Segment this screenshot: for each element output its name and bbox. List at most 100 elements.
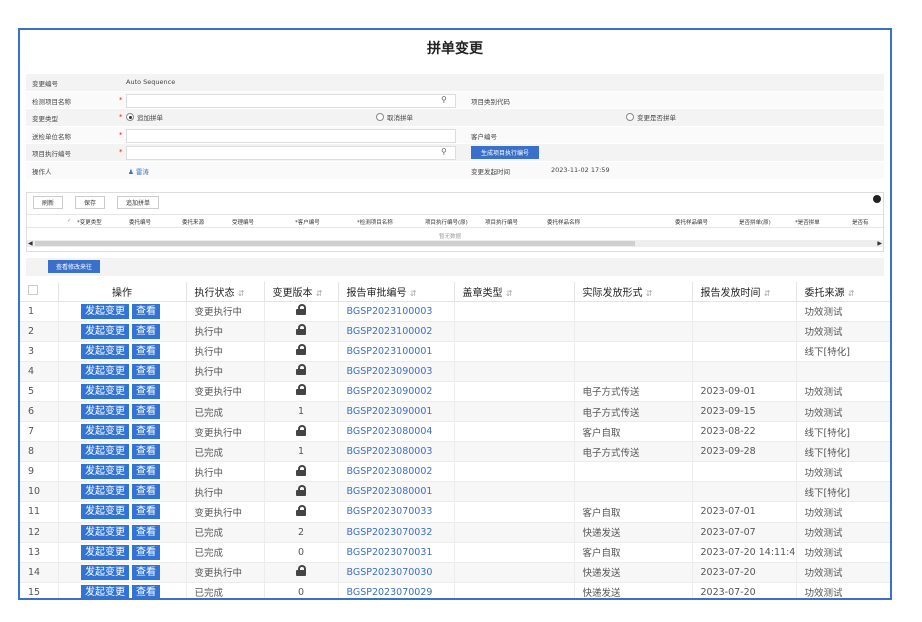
change-version-cell <box>264 501 339 523</box>
radio-cancel[interactable]: 取消拼单 <box>376 112 413 122</box>
col-change-version[interactable]: 变更版本 ⇵ <box>264 282 339 302</box>
table-row[interactable]: 15 发起变更 查看 已完成 0 BGSP2023070029 快递发送 2023-07-20… <box>20 582 890 598</box>
sort-icon[interactable]: ⇵ <box>646 289 653 298</box>
report-no-link[interactable]: BGSP2023070029 <box>338 582 455 598</box>
col-source[interactable]: 委托来源 ⇵ <box>796 282 890 302</box>
table-row[interactable]: 12 发起变更 查看 已完成 2 BGSP2023070032 快递发送 2023-07-07… <box>20 522 890 543</box>
initiate-change-button[interactable]: 发起变更 <box>81 544 129 560</box>
report-no-link[interactable]: BGSP2023090001 <box>338 401 455 423</box>
view-changes-button[interactable]: 查看修改来往 <box>48 260 101 273</box>
report-no-link[interactable]: BGSP2023080003 <box>338 441 455 463</box>
send-unit-input[interactable] <box>126 128 456 143</box>
view-button[interactable]: 查看 <box>132 303 160 319</box>
view-button[interactable]: 查看 <box>132 383 160 399</box>
view-button[interactable]: 查看 <box>132 484 160 500</box>
issue-time-cell: 2023-07-20 <box>692 562 797 583</box>
report-no-link[interactable]: BGSP2023100002 <box>338 321 455 342</box>
view-button[interactable]: 查看 <box>132 564 160 580</box>
sort-icon[interactable]: ⇵ <box>238 289 245 298</box>
report-no-link[interactable]: BGSP2023090003 <box>338 361 455 382</box>
report-no-link[interactable]: BGSP2023080002 <box>338 461 455 483</box>
view-button[interactable]: 查看 <box>132 424 160 440</box>
table-row[interactable]: 3 发起变更 查看 执行中 BGSP2023100001 线下[特化] <box>20 341 890 362</box>
report-no-link[interactable]: BGSP2023080004 <box>338 421 455 443</box>
table-row[interactable]: 1 发起变更 查看 变更执行中 BGSP2023100003 功效测试 <box>20 301 890 322</box>
table-row[interactable]: 8 发起变更 查看 已完成 1 BGSP2023080003 电子方式传送 2023-09-2… <box>20 441 890 463</box>
row-number: 15 <box>20 582 59 598</box>
initiate-change-button[interactable]: 发起变更 <box>81 303 129 319</box>
table-row[interactable]: 10 发起变更 查看 执行中 BGSP2023080001 线下[特化] <box>20 481 890 503</box>
table-row[interactable]: 11 发起变更 查看 变更执行中 BGSP2023070033 客户自取 2023-07-0… <box>20 501 890 523</box>
generate-exec-no-button[interactable]: 生成项目执行编号 <box>471 146 540 160</box>
view-button[interactable]: 查看 <box>132 363 160 379</box>
initiate-change-button[interactable]: 发起变更 <box>81 484 129 500</box>
initiate-change-button[interactable]: 发起变更 <box>81 343 129 359</box>
scroll-left-icon[interactable]: ◀ <box>28 240 33 247</box>
report-no-link[interactable]: BGSP2023090002 <box>338 381 455 402</box>
view-button[interactable]: 查看 <box>132 464 160 480</box>
sort-icon[interactable]: ⇵ <box>316 289 323 298</box>
table-row[interactable]: 5 发起变更 查看 变更执行中 BGSP2023090002 电子方式传送 2023-09-… <box>20 381 890 402</box>
radio-add[interactable]: 追加拼单 <box>126 112 163 122</box>
initiate-change-button[interactable]: 发起变更 <box>81 464 129 480</box>
col-issue-time[interactable]: 报告发放时间 ⇵ <box>692 282 797 302</box>
view-button[interactable]: 查看 <box>132 504 160 520</box>
scroll-right-icon[interactable]: ▶ <box>877 240 882 247</box>
sort-icon[interactable]: ⇵ <box>764 289 771 298</box>
col-report-no[interactable]: 报告审批编号 ⇵ <box>338 282 455 302</box>
view-button[interactable]: 查看 <box>132 444 160 460</box>
report-no-link[interactable]: BGSP2023070030 <box>338 562 455 583</box>
report-no-link[interactable]: BGSP2023080001 <box>338 481 455 503</box>
initiate-change-button[interactable]: 发起变更 <box>81 444 129 460</box>
view-button[interactable]: 查看 <box>132 584 160 598</box>
refresh-button[interactable]: 刷新 <box>33 196 64 209</box>
required-mark: * <box>119 113 123 122</box>
select-all-checkbox[interactable] <box>20 282 59 302</box>
col-issue-form[interactable]: 实际发放形式 ⇵ <box>574 282 693 302</box>
initiate-change-button[interactable]: 发起变更 <box>81 323 129 339</box>
table-row[interactable]: 4 发起变更 查看 执行中 BGSP2023090003 <box>20 361 890 382</box>
table-row[interactable]: 6 发起变更 查看 已完成 1 BGSP2023090001 电子方式传送 2023-09-1… <box>20 401 890 423</box>
table-row[interactable]: 2 发起变更 查看 执行中 BGSP2023100002 功效测试 <box>20 321 890 342</box>
view-button[interactable]: 查看 <box>132 404 160 420</box>
report-no-link[interactable]: BGSP2023070031 <box>338 542 455 563</box>
settings-icon[interactable] <box>873 195 881 203</box>
col-issue-form-label: 实际发放形式 <box>582 287 643 299</box>
radio-change[interactable]: 变更是否拼单 <box>626 112 676 122</box>
initiate-change-button[interactable]: 发起变更 <box>81 564 129 580</box>
search-icon[interactable]: ⚲ <box>441 147 447 156</box>
initiate-change-button[interactable]: 发起变更 <box>81 504 129 520</box>
scroll-thumb[interactable] <box>35 241 635 246</box>
table-row[interactable]: 14 发起变更 查看 变更执行中 BGSP2023070030 快递发送 2023-07-2… <box>20 562 890 583</box>
sort-icon[interactable]: ⇵ <box>506 289 513 298</box>
initiate-change-button[interactable]: 发起变更 <box>81 363 129 379</box>
table-row[interactable]: 7 发起变更 查看 变更执行中 BGSP2023080004 客户自取 2023-08-22… <box>20 421 890 443</box>
report-no-link[interactable]: BGSP2023070032 <box>338 522 455 543</box>
sort-icon[interactable]: ⇵ <box>410 289 417 298</box>
view-button[interactable]: 查看 <box>132 343 160 359</box>
col-seal-type[interactable]: 盖章类型 ⇵ <box>454 282 575 302</box>
initiate-change-button[interactable]: 发起变更 <box>81 584 129 598</box>
col-exec-status[interactable]: 执行状态 ⇵ <box>186 282 265 302</box>
initiate-change-button[interactable]: 发起变更 <box>81 404 129 420</box>
table-row[interactable]: 13 发起变更 查看 已完成 0 BGSP2023070031 客户自取 2023-07-20… <box>20 542 890 563</box>
view-button[interactable]: 查看 <box>132 524 160 540</box>
table-row[interactable]: 9 发起变更 查看 执行中 BGSP2023080002 功效测试 <box>20 461 890 483</box>
view-button[interactable]: 查看 <box>132 323 160 339</box>
report-no-link[interactable]: BGSP2023100003 <box>338 301 455 322</box>
sort-icon[interactable]: ⇵ <box>848 289 855 298</box>
report-no-link[interactable]: BGSP2023070033 <box>338 501 455 523</box>
test-item-input[interactable] <box>126 93 456 108</box>
horizontal-scrollbar[interactable]: ◀ ▶ <box>27 240 883 247</box>
report-no-link[interactable]: BGSP2023100001 <box>338 341 455 362</box>
initiate-change-button[interactable]: 发起变更 <box>81 524 129 540</box>
checkbox[interactable] <box>28 284 38 295</box>
view-button[interactable]: 查看 <box>132 544 160 560</box>
exec-no-input[interactable] <box>126 146 456 161</box>
add-split-order-button[interactable]: 追加拼单 <box>117 196 160 209</box>
source-cell: 功效测试 <box>796 401 890 423</box>
initiate-change-button[interactable]: 发起变更 <box>81 424 129 440</box>
save-button[interactable]: 保存 <box>75 196 106 209</box>
initiate-change-button[interactable]: 发起变更 <box>81 383 129 399</box>
search-icon[interactable]: ⚲ <box>441 95 447 104</box>
